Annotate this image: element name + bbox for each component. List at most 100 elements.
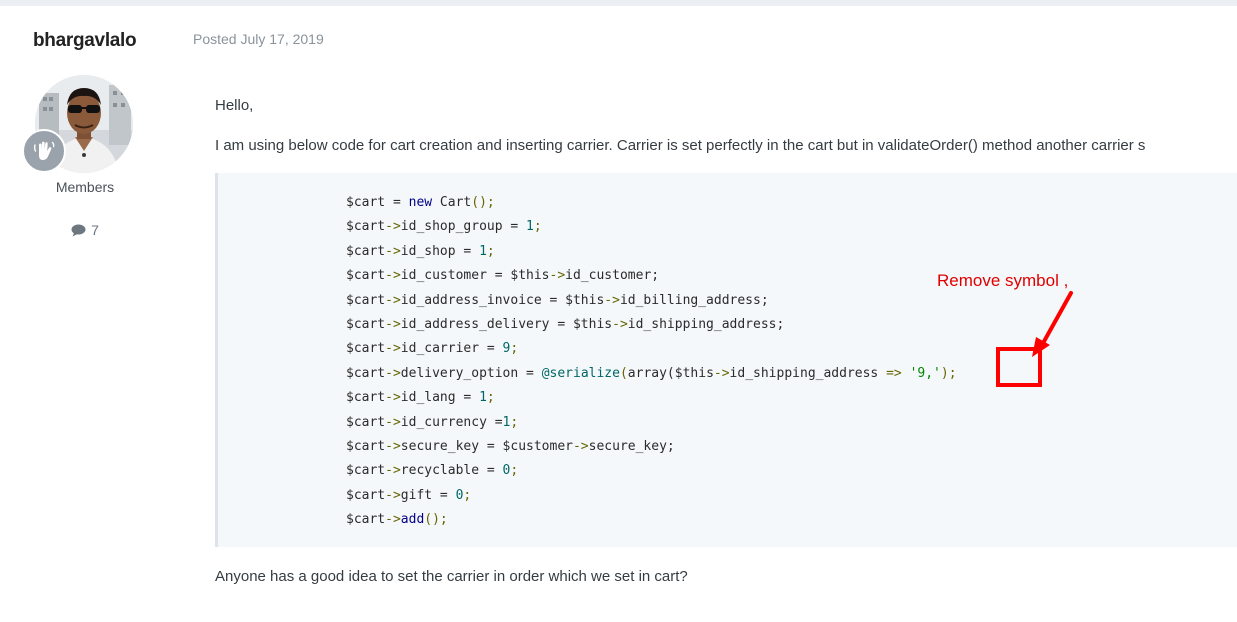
- code-token: id_shipping_address;: [627, 316, 785, 332]
- code-token: secure_key;: [588, 438, 675, 454]
- code-token: ();: [471, 195, 495, 210]
- code-token: id_customer;: [565, 268, 660, 284]
- code-line: $cart->id_lang = 1;: [346, 386, 957, 410]
- code-token: $cart: [346, 390, 386, 406]
- code-token: ->: [385, 487, 401, 503]
- code-token: id_customer = $this: [400, 268, 550, 284]
- code-line: $cart->gift = 0;: [346, 484, 957, 508]
- code-token: ->: [604, 292, 620, 308]
- author-panel: bhargavlalo Members 7: [0, 6, 170, 622]
- code-token: $cart: [346, 487, 386, 503]
- code-token: @serialize: [541, 365, 620, 381]
- code-token: ->: [385, 414, 401, 430]
- code-token: $cart: [346, 341, 386, 357]
- code-line: $cart->recyclable = 0;: [346, 459, 957, 483]
- code-token: $cart: [346, 243, 386, 259]
- code-line: $cart->add();: [346, 508, 957, 532]
- code-token: 1: [479, 243, 487, 259]
- member-group: Members: [55, 179, 115, 195]
- code-token: recyclable =: [400, 463, 503, 479]
- code-block: $cart = new Cart(); $cart->id_shop_group …: [215, 173, 1237, 547]
- code-token: add: [400, 512, 425, 528]
- code-token: '9,': [909, 365, 941, 381]
- code-line: $cart->id_shop = 1;: [346, 240, 957, 264]
- rank-badge: [22, 129, 66, 173]
- code-token: id_lang =: [400, 390, 480, 406]
- code-token: 1: [479, 390, 487, 406]
- code-token: delivery_option =: [400, 365, 542, 381]
- code-token: ->: [549, 268, 566, 284]
- code-token: ;: [486, 390, 495, 406]
- code-line: $cart->id_currency =1;: [346, 411, 957, 435]
- post-closing: Anyone has a good idea to set the carrie…: [215, 568, 688, 585]
- author-name[interactable]: bhargavlalo: [33, 30, 137, 52]
- code-token: ;: [510, 341, 519, 357]
- post-count-value: 7: [91, 222, 99, 238]
- code-token: ->: [385, 243, 401, 259]
- annotation-highlight-box: [996, 347, 1042, 387]
- code-token: ;: [463, 487, 472, 503]
- code-token: $cart: [346, 512, 386, 528]
- code-token: ->: [385, 341, 401, 357]
- code-line: $cart->id_address_invoice = $this->id_bi…: [346, 289, 957, 313]
- code-line: $cart->id_customer = $this->id_customer;: [346, 264, 957, 288]
- code-token: $cart: [346, 292, 386, 308]
- code-token: id_carrier =: [400, 341, 503, 357]
- code-line: $cart->id_carrier = 9;: [346, 337, 957, 361]
- code-token: new: [408, 195, 433, 210]
- code-token: ->: [713, 365, 730, 381]
- code-token: $cart =: [346, 195, 409, 210]
- code-token: ->: [612, 316, 628, 332]
- code-token: 1: [526, 219, 534, 235]
- code-token: ();: [424, 512, 448, 528]
- top-strip: [0, 0, 1237, 6]
- code-token: =>: [886, 365, 902, 381]
- code-token: id_shipping_address: [729, 365, 887, 381]
- code-token: ->: [385, 268, 401, 284]
- code-token: ->: [572, 438, 589, 454]
- post-date[interactable]: Posted July 17, 2019: [193, 31, 324, 47]
- code-token: id_address_delivery = $this: [400, 316, 613, 332]
- code-line: $cart = new Cart();: [346, 191, 957, 215]
- code-token: );: [940, 365, 957, 381]
- code-token: $cart: [346, 438, 386, 454]
- code-token: ;: [533, 219, 542, 235]
- code-token: gift =: [400, 487, 456, 503]
- code-token: ->: [385, 292, 401, 308]
- hand-wave-icon: [33, 141, 55, 160]
- code-token: ->: [385, 316, 401, 332]
- code-token: id_address_invoice = $this: [400, 292, 605, 308]
- post-greeting: Hello,: [215, 97, 254, 114]
- code-token: ->: [385, 390, 401, 406]
- code-token: id_shop_group =: [400, 219, 527, 235]
- code-token: (: [619, 365, 628, 381]
- code-token: $cart: [346, 414, 386, 430]
- code-token: array($this: [627, 365, 714, 381]
- comment-icon: [71, 224, 86, 236]
- code-token: ;: [486, 243, 495, 259]
- code-token: $cart: [346, 316, 386, 332]
- code-line: $cart->id_address_delivery = $this->id_s…: [346, 313, 957, 337]
- code-token: $cart: [346, 365, 386, 381]
- code-line: $cart->id_shop_group = 1;: [346, 215, 957, 239]
- code-token: $cart: [346, 268, 386, 284]
- code-token: secure_key = $customer: [400, 438, 573, 454]
- code-token: ->: [385, 463, 401, 479]
- code-token: $cart: [346, 463, 386, 479]
- code-lines: $cart = new Cart(); $cart->id_shop_group …: [346, 191, 957, 532]
- code-token: ->: [385, 365, 401, 381]
- code-token: ;: [510, 414, 519, 430]
- code-token: ;: [510, 463, 519, 479]
- code-token: Cart: [432, 195, 472, 210]
- code-token: id_billing_address;: [619, 292, 769, 308]
- code-token: id_currency =: [400, 414, 503, 430]
- code-line: $cart->delivery_option = @serialize(arra…: [346, 362, 957, 386]
- code-token: ->: [385, 512, 401, 528]
- code-token: id_shop =: [400, 243, 480, 259]
- code-token: ->: [385, 438, 401, 454]
- code-line: $cart->secure_key = $customer->secure_ke…: [346, 435, 957, 459]
- post-intro: I am using below code for cart creation …: [215, 137, 1146, 154]
- code-token: ->: [385, 219, 401, 235]
- post-count: 7: [0, 222, 170, 238]
